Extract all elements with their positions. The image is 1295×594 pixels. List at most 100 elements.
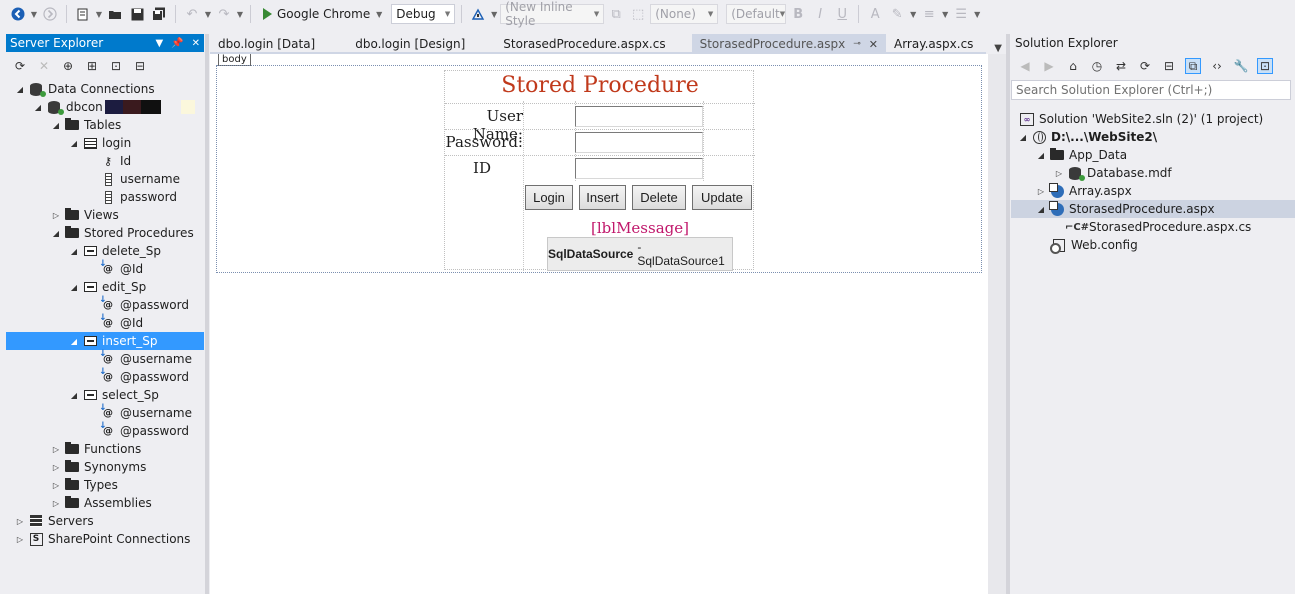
align-icon[interactable]: ≡	[919, 4, 939, 24]
target-rule-select[interactable]: (None) ▼	[650, 4, 719, 24]
login-button[interactable]: Login	[525, 185, 573, 210]
solution-configuration-select[interactable]: Debug ▼	[391, 4, 456, 24]
tree-node-app-data[interactable]: ◢ App_Data	[1011, 146, 1295, 164]
tree-node-tables[interactable]: ◢ Tables	[6, 116, 204, 134]
list-format-icon[interactable]: ☰	[951, 4, 971, 24]
tree-node-servers[interactable]: ▷ Servers	[6, 512, 204, 530]
tab-dbo-login-data[interactable]: dbo.login [Data]	[210, 34, 323, 54]
sync-icon[interactable]: ⇄	[1113, 58, 1129, 74]
tab-dbo-login-design[interactable]: dbo.login [Design]	[347, 34, 473, 54]
expanded-icon[interactable]: ◢	[68, 139, 80, 148]
forward-icon[interactable]: ▶	[1041, 58, 1057, 74]
new-style-icon[interactable]: ⬚	[628, 4, 648, 24]
bold-button[interactable]: B	[788, 4, 808, 24]
tree-node-select-sp[interactable]: ◢ select_Sp	[6, 386, 204, 404]
tree-node-parameter[interactable]: ↓ @ @username	[6, 349, 204, 368]
tab-array-aspx-cs[interactable]: Array.aspx.cs	[886, 34, 981, 54]
username-textbox[interactable]	[575, 106, 703, 127]
run-target-dropdown-icon[interactable]: ▼	[375, 10, 383, 19]
underline-button[interactable]: U	[832, 4, 852, 24]
tree-node-web-config[interactable]: Web.config	[1011, 236, 1295, 254]
insert-button[interactable]: Insert	[579, 185, 626, 210]
tree-node-delete-sp[interactable]: ◢ delete_Sp	[6, 242, 204, 260]
form-table[interactable]: Stored Procedure User Name: Password: ID…	[444, 70, 755, 271]
tree-node-column-password[interactable]: password	[6, 188, 204, 206]
tree-node-sharepoint-connections[interactable]: ▷ S SharePoint Connections	[6, 530, 204, 548]
pane-options-icon[interactable]: ▼	[155, 38, 163, 49]
collapsed-icon[interactable]: ▷	[50, 463, 62, 472]
tree-node-solution[interactable]: ∞ Solution 'WebSite2.sln (2)' (1 project…	[1011, 110, 1295, 128]
tab-overflow-icon[interactable]: ▼	[994, 43, 1006, 54]
collapsed-icon[interactable]: ▷	[1035, 187, 1047, 196]
stop-refresh-icon[interactable]: ✕	[36, 58, 52, 74]
tab-storasedprocedure-aspx-cs[interactable]: StorasedProcedure.aspx.cs	[495, 34, 673, 54]
refresh-icon[interactable]: ⟳	[12, 58, 28, 74]
pin-tab-icon[interactable]: ⊸	[853, 39, 861, 49]
expanded-icon[interactable]: ◢	[32, 103, 44, 112]
connect-server-icon[interactable]: ⊞	[84, 58, 100, 74]
expanded-icon[interactable]: ◢	[68, 391, 80, 400]
expanded-icon[interactable]: ◢	[14, 85, 26, 94]
tree-node-insert-sp[interactable]: ◢ insert_Sp	[6, 332, 204, 350]
tree-node-login[interactable]: ◢ login	[6, 134, 204, 152]
redo-dropdown-icon[interactable]: ▼	[236, 10, 244, 19]
back-dropdown-icon[interactable]: ▼	[30, 10, 38, 19]
undo-dropdown-icon[interactable]: ▼	[204, 10, 212, 19]
properties-icon[interactable]: ⊟	[132, 58, 148, 74]
connect-database-icon[interactable]: ⊕	[60, 58, 76, 74]
tree-node-parameter[interactable]: ↓ @ @username	[6, 403, 204, 422]
message-label[interactable]: [lblMessage]	[525, 219, 755, 237]
start-debugging-button[interactable]: Google Chrome ▼	[257, 4, 389, 24]
tree-node-parameter[interactable]: ↓ @ @Id	[6, 313, 204, 332]
tree-node-types[interactable]: ▷ Types	[6, 476, 204, 494]
tree-node-parameter[interactable]: ↓ @ @Id	[6, 259, 204, 278]
expanded-icon[interactable]: ◢	[50, 121, 62, 130]
expanded-icon[interactable]: ◢	[1017, 133, 1029, 142]
attach-dropdown-icon[interactable]: ▼	[490, 10, 498, 19]
align-dropdown-icon[interactable]: ▼	[941, 10, 949, 19]
left-splitter[interactable]	[205, 34, 209, 594]
design-vertical-scrollbar[interactable]	[988, 54, 1006, 594]
refresh-icon[interactable]: ⟳	[1137, 58, 1153, 74]
expanded-icon[interactable]: ◢	[68, 337, 80, 346]
tree-node-synonyms[interactable]: ▷ Synonyms	[6, 458, 204, 476]
solution-search-input[interactable]: Search Solution Explorer (Ctrl+;)	[1011, 80, 1291, 100]
connect-sharepoint-icon[interactable]: ⊡	[108, 58, 124, 74]
italic-button[interactable]: I	[810, 4, 830, 24]
tree-node-parameter[interactable]: ↓ @ @password	[6, 295, 204, 314]
show-all-files-icon[interactable]: ⧉	[1185, 58, 1201, 74]
expanded-icon[interactable]: ◢	[50, 229, 62, 238]
list-dropdown-icon[interactable]: ▼	[973, 10, 981, 19]
target-rule-icon[interactable]: ⧉	[606, 4, 626, 24]
tree-node-column-id[interactable]: ⚷ Id	[6, 152, 204, 170]
tree-node-stored-procedures[interactable]: ◢ Stored Procedures	[6, 224, 204, 242]
pin-icon[interactable]: 📌	[171, 38, 183, 49]
home-icon[interactable]: ⌂	[1065, 58, 1081, 74]
undo-icon[interactable]: ↶	[182, 4, 202, 24]
save-all-icon[interactable]	[149, 4, 169, 24]
attach-process-icon[interactable]	[468, 4, 488, 24]
tree-node-storasedprocedure-aspx-cs[interactable]: ⌐C# StorasedProcedure.aspx.cs	[1011, 218, 1295, 236]
navigate-back-icon[interactable]	[8, 4, 28, 24]
properties-wrench-icon[interactable]: 🔧	[1233, 58, 1249, 74]
close-icon[interactable]: ✕	[192, 38, 200, 49]
collapse-all-icon[interactable]: ⊟	[1161, 58, 1177, 74]
tree-node-column-username[interactable]: username	[6, 170, 204, 188]
tree-node-data-connections[interactable]: ◢ Data Connections	[6, 80, 204, 98]
tree-node-parameter[interactable]: ↓ @ @password	[6, 421, 204, 440]
collapsed-icon[interactable]: ▷	[50, 499, 62, 508]
highlight-icon[interactable]: ✎	[887, 4, 907, 24]
right-splitter[interactable]	[1006, 34, 1010, 594]
new-project-icon[interactable]	[73, 4, 93, 24]
back-icon[interactable]: ◀	[1017, 58, 1033, 74]
collapsed-icon[interactable]: ▷	[50, 481, 62, 490]
collapsed-icon[interactable]: ▷	[50, 211, 62, 220]
tree-node-views[interactable]: ▷ Views	[6, 206, 204, 224]
expanded-icon[interactable]: ◢	[68, 247, 80, 256]
tree-node-edit-sp[interactable]: ◢ edit_Sp	[6, 278, 204, 296]
highlight-dropdown-icon[interactable]: ▼	[909, 10, 917, 19]
expanded-icon[interactable]: ◢	[1035, 151, 1047, 160]
design-surface[interactable]: body Stored Procedure User Name: Passwor…	[210, 54, 988, 594]
tree-node-functions[interactable]: ▷ Functions	[6, 440, 204, 458]
tree-node-database-mdf[interactable]: ▷ Database.mdf	[1011, 164, 1295, 182]
